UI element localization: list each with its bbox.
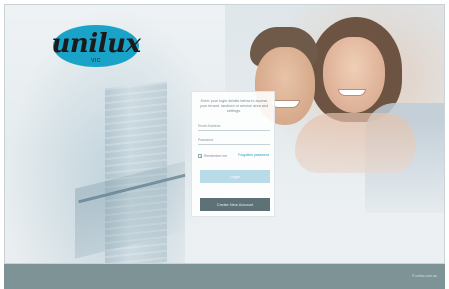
login-card: Enter your login details below to access… (191, 91, 275, 217)
email-field[interactable] (198, 122, 270, 131)
logo-subtext: VIC (91, 58, 101, 64)
check-icon[interactable]: ✓ (198, 154, 202, 159)
remember-me-label: Remember me (204, 154, 228, 158)
footer-bar: © unilux.com.au (4, 264, 445, 289)
page-frame: unilux VIC Enter your login details belo… (4, 4, 445, 264)
login-button[interactable]: Login (200, 170, 270, 183)
logo-wordmark: unilux (51, 29, 141, 59)
create-account-button[interactable]: Create New Account (200, 198, 270, 211)
login-intro-text: Enter your login details below to access… (199, 99, 269, 113)
remember-me-toggle[interactable]: ✓ Remember me (198, 153, 227, 159)
brand-logo[interactable]: unilux VIC (45, 21, 147, 73)
password-field[interactable] (198, 136, 270, 145)
footer-credit: © unilux.com.au (411, 274, 437, 278)
forgot-password-link[interactable]: Forgotten password (238, 153, 269, 157)
